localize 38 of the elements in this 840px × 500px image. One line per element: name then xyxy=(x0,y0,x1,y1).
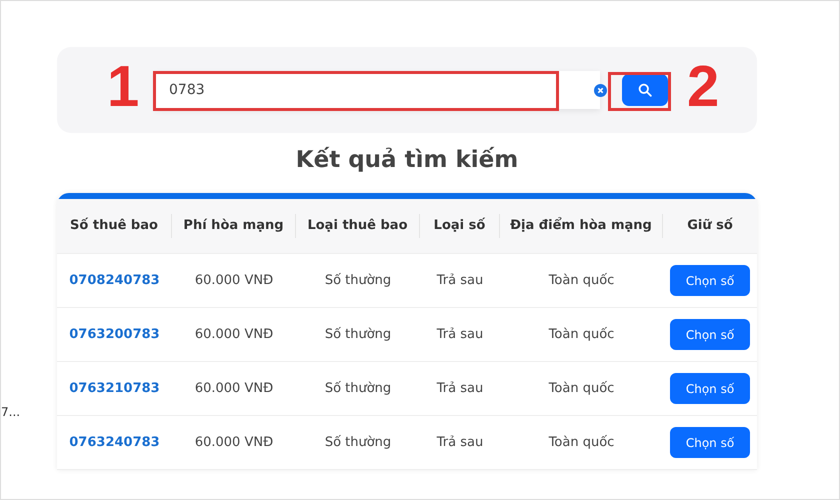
table-cell-text: Toàn quốc xyxy=(548,435,616,450)
table-cell-text: Số thường xyxy=(324,327,392,342)
table-cell-text: Toàn quốc xyxy=(548,381,616,396)
column-header: Loại thuê bao xyxy=(296,214,420,238)
select-number-button[interactable]: Chọn số xyxy=(670,265,750,296)
select-number-button[interactable]: Chọn số xyxy=(670,427,750,458)
table-cell-text: Toàn quốc xyxy=(548,327,616,342)
phone-number-link[interactable]: 0763210783 xyxy=(69,381,160,396)
clear-icon[interactable] xyxy=(594,84,607,96)
phone-number-link[interactable]: 0708240783 xyxy=(69,273,160,288)
highlight-frame xyxy=(608,72,671,111)
phone-number-link[interactable]: 0763200783 xyxy=(69,327,160,342)
truncated-text: 7... xyxy=(1,405,20,419)
select-number-button[interactable]: Chọn số xyxy=(670,373,750,404)
phone-number-link[interactable]: 0763240783 xyxy=(69,435,160,450)
table-cell-text: 60.000 VNĐ xyxy=(194,327,274,342)
column-header: Loại số xyxy=(420,214,500,238)
annotation-number: 1 xyxy=(107,53,140,121)
table-cell-text: Trả sau xyxy=(436,435,484,450)
annotation-number: 2 xyxy=(687,53,720,121)
table-cell-text: Toàn quốc xyxy=(548,273,616,288)
search-button[interactable] xyxy=(622,74,668,106)
column-header: Địa điểm hòa mạng xyxy=(500,214,663,238)
table-cell-text: 60.000 VNĐ xyxy=(194,273,274,288)
table-cell-text: 60.000 VNĐ xyxy=(194,381,274,396)
search-icon xyxy=(638,83,652,97)
table-cell-text: Trả sau xyxy=(436,381,484,396)
table-cell-text: Số thường xyxy=(324,273,392,288)
results-title: Kết quả tìm kiếm xyxy=(294,147,520,175)
table-cell-text: 60.000 VNĐ xyxy=(194,435,274,450)
column-header: Phí hòa mạng xyxy=(172,214,296,238)
column-header: Số thuê bao xyxy=(57,214,172,238)
table-cell-text: Số thường xyxy=(324,381,392,396)
column-header: Giữ số xyxy=(686,216,734,235)
table-cell-text: Trả sau xyxy=(436,273,484,288)
table-cell-text: Trả sau xyxy=(436,327,484,342)
select-number-button[interactable]: Chọn số xyxy=(670,319,750,350)
table-cell-text: Số thường xyxy=(324,435,392,450)
